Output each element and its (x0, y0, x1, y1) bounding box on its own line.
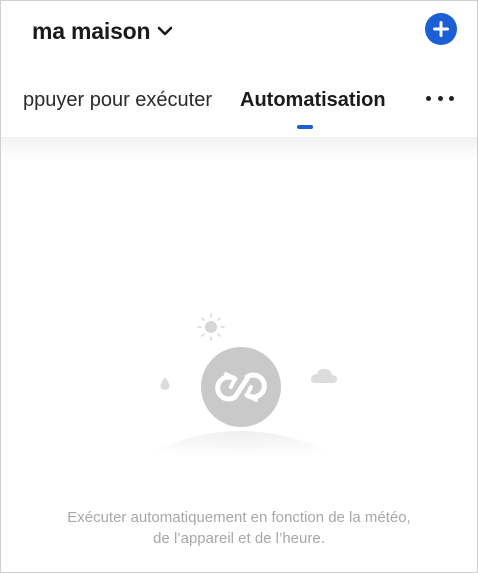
empty-state-description: Exécuter automatiquement en fonction de … (1, 507, 477, 549)
active-tab-indicator (297, 125, 313, 129)
empty-state-line-2: de l’appareil et de l’heure. (153, 530, 325, 547)
automation-loop-icon (201, 347, 281, 427)
home-name: ma maison (32, 17, 151, 44)
add-button[interactable] (425, 13, 457, 45)
empty-state-illustration (101, 297, 381, 477)
tab-automation[interactable]: Automatisation (240, 89, 386, 112)
chevron-down-icon (156, 22, 174, 40)
plus-icon (432, 20, 450, 38)
app-frame: ma maison ppuyer pour exécuter Automatis… (0, 0, 478, 573)
empty-state-line-1: Exécuter automatiquement en fonction de … (67, 509, 411, 526)
more-dot (437, 95, 443, 101)
more-horizontal-icon[interactable] (426, 86, 454, 110)
cloud-icon (311, 368, 337, 383)
sun-icon (197, 313, 225, 341)
tab-tap-to-run[interactable]: ppuyer pour exécuter (23, 89, 212, 112)
tab-bar: ppuyer pour exécuter Automatisation (1, 61, 477, 137)
more-dot (449, 95, 454, 101)
home-selector[interactable]: ma maison (32, 13, 174, 49)
header: ma maison (1, 1, 477, 61)
raindrop-icon (160, 377, 170, 390)
empty-state-area: Exécuter automatiquement en fonction de … (1, 137, 477, 572)
more-dot (426, 95, 431, 101)
ground-shape (121, 431, 361, 469)
